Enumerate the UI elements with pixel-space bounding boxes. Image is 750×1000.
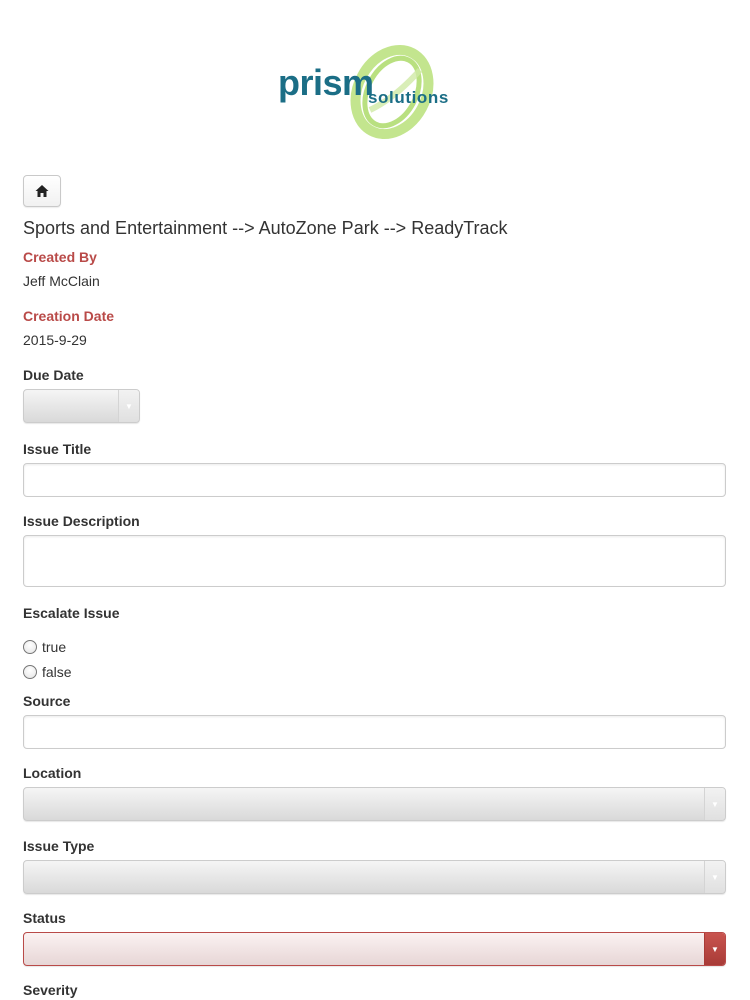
chevron-down-icon: ▼	[704, 788, 725, 820]
radio-true[interactable]	[23, 640, 37, 654]
location-label: Location	[23, 765, 82, 781]
logo-word-prism: prism	[278, 62, 374, 103]
issue-form-page: prism solutions Sports and Entertainment…	[0, 0, 750, 1000]
creation-date-value: 2015-9-29	[23, 332, 87, 348]
created-by-value: Jeff McClain	[23, 273, 100, 289]
home-button[interactable]	[23, 175, 61, 207]
source-input[interactable]	[23, 715, 726, 749]
chevron-down-icon: ▼	[118, 390, 139, 422]
issue-type-select[interactable]: ▼	[23, 860, 726, 894]
issue-title-input[interactable]	[23, 463, 726, 497]
escalate-true-option[interactable]: true	[23, 639, 66, 655]
severity-label: Severity	[23, 982, 78, 998]
radio-false-label: false	[42, 664, 72, 680]
due-date-label: Due Date	[23, 367, 84, 383]
chevron-down-icon: ▼	[704, 861, 725, 893]
escalate-issue-label: Escalate Issue	[23, 605, 120, 621]
issue-description-label: Issue Description	[23, 513, 140, 529]
created-by-label: Created By	[23, 249, 97, 265]
issue-description-textarea[interactable]	[23, 535, 726, 587]
logo-word-solutions: solutions	[368, 88, 449, 107]
location-select[interactable]: ▼	[23, 787, 726, 821]
breadcrumb: Sports and Entertainment --> AutoZone Pa…	[23, 218, 508, 238]
due-date-select[interactable]: ▼	[23, 389, 140, 423]
status-label: Status	[23, 910, 66, 926]
home-icon	[35, 185, 49, 197]
radio-true-label: true	[42, 639, 67, 655]
radio-false[interactable]	[23, 665, 37, 679]
creation-date-label: Creation Date	[23, 308, 115, 324]
issue-type-label: Issue Type	[23, 838, 95, 854]
source-label: Source	[23, 693, 71, 709]
issue-title-label: Issue Title	[23, 441, 92, 457]
chevron-down-icon: ▼	[704, 933, 725, 965]
prism-solutions-logo: prism solutions	[270, 40, 480, 140]
status-select[interactable]: ▼	[23, 932, 726, 966]
escalate-false-option[interactable]: false	[23, 664, 72, 680]
